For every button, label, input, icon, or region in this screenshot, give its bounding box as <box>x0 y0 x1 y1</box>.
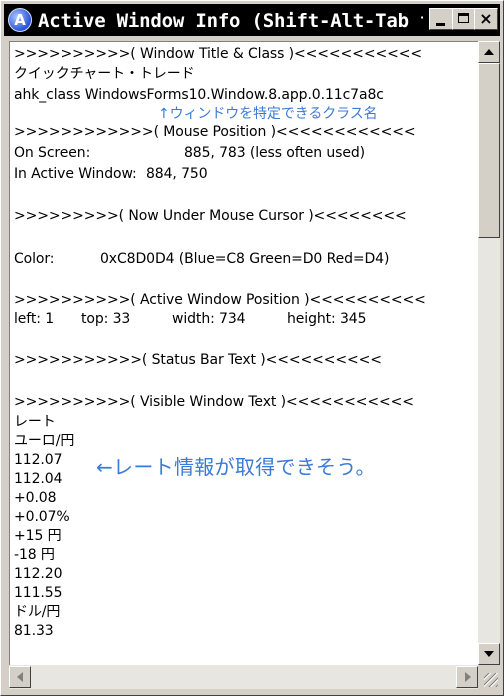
horizontal-scrollbar[interactable] <box>9 665 478 689</box>
color-value: 0xC8D0D4 (Blue=C8 Green=D0 Red=D4) <box>100 251 390 267</box>
section-visible-text: >>>>>>>>>>( Visible Window Text )<<<<<<<… <box>14 394 414 410</box>
visible-text-line: 112.07 <box>14 452 63 468</box>
on-screen-label: On Screen: <box>14 145 91 161</box>
visible-text-line: ドル/円 <box>14 604 61 620</box>
visible-text-line: 112.04 <box>14 471 63 487</box>
title-bar[interactable]: A Active Window Info (Shift-Alt-Tab t...… <box>4 4 500 36</box>
active-window-info: A Active Window Info (Shift-Alt-Tab t...… <box>0 0 504 696</box>
left-value: left: 1 <box>14 311 55 327</box>
vertical-scrollbar[interactable] <box>478 41 500 665</box>
window-title-value: クイックチャート・トレード <box>14 66 195 82</box>
in-active-window-row: In Active Window: 884, 750 <box>14 165 208 183</box>
section-under-mouse: >>>>>>>>>( Now Under Mouse Cursor )<<<<<… <box>14 208 407 224</box>
visible-text-line: 81.33 <box>14 623 54 639</box>
ahk-class-value: ahk_class WindowsForms10.Window.8.app.0.… <box>14 87 384 103</box>
maximize-button[interactable] <box>452 8 476 30</box>
rate-annotation: ←レート情報が取得できそう。 <box>96 455 376 479</box>
scroll-down-button[interactable] <box>478 643 500 665</box>
close-icon: × <box>479 9 493 28</box>
visible-text-line: +15 円 <box>14 528 62 544</box>
on-screen-value: 885, 783 (less often used) <box>184 145 365 161</box>
scroll-left-button[interactable] <box>9 666 31 688</box>
autohotkey-icon[interactable]: A <box>8 8 32 32</box>
scroll-right-button[interactable] <box>456 666 478 688</box>
visible-text-line: 111.55 <box>14 585 63 601</box>
visible-text-line: -18 円 <box>14 547 55 563</box>
visible-text-line: レート <box>14 414 56 430</box>
section-mouse-position: >>>>>>>>>>>>( Mouse Position )<<<<<<<<<<… <box>14 124 416 140</box>
info-text-area[interactable]: >>>>>>>>>>( Window Title & Class )<<<<<<… <box>9 41 478 665</box>
class-annotation: ↑ウィンドウを特定できるクラス名 <box>158 106 378 122</box>
section-active-window-position: >>>>>>>>>>( Active Window Position )<<<<… <box>14 292 426 308</box>
visible-text-line: +0.08 <box>14 490 57 506</box>
position-row: left: 1 top: 33 width: 734 height: 345 <box>14 310 367 328</box>
visible-text-line: ユーロ/円 <box>14 433 75 449</box>
section-status-bar: >>>>>>>>>>>( Status Bar Text )<<<<<<<<<< <box>14 352 382 368</box>
window-title: Active Window Info (Shift-Alt-Tab t... <box>38 10 423 32</box>
height-value: height: 345 <box>287 311 367 327</box>
section-window-title-class: >>>>>>>>>>( Window Title & Class )<<<<<<… <box>14 46 422 62</box>
color-row: Color: 0xC8D0D4 (Blue=C8 Green=D0 Red=D4) <box>14 250 389 268</box>
in-active-window-value: 884, 750 <box>146 166 208 182</box>
visible-text-line: +0.07% <box>14 509 70 525</box>
vertical-scroll-thumb[interactable] <box>478 63 500 238</box>
minimize-button[interactable] <box>429 8 453 30</box>
visible-text-line: 112.20 <box>14 566 63 582</box>
width-value: width: 734 <box>172 311 246 327</box>
scroll-up-button[interactable] <box>478 41 500 63</box>
resize-grip-icon[interactable] <box>478 665 500 689</box>
close-button[interactable]: × <box>474 8 498 30</box>
in-active-window-label: In Active Window: <box>14 166 137 182</box>
on-screen-row: On Screen: 885, 783 (less often used) <box>14 144 365 162</box>
color-label: Color: <box>14 251 55 267</box>
top-value: top: 33 <box>81 311 131 327</box>
